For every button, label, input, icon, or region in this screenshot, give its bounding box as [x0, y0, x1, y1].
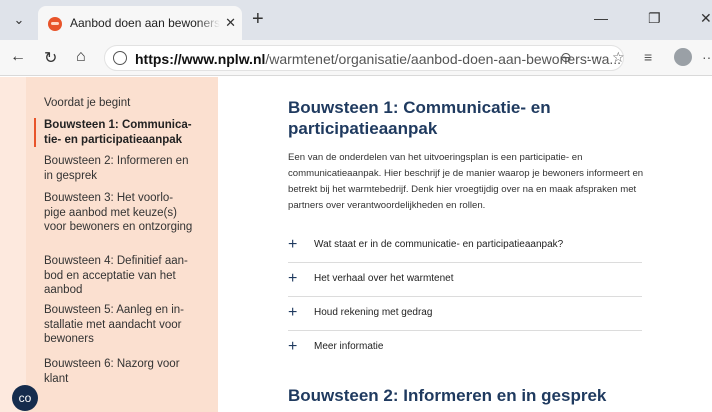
sidebar-item-bouwsteen-2[interactable]: Bouwsteen 2: Informeren en in gesprek: [44, 154, 194, 183]
favorite-star-icon[interactable]: ☆: [612, 49, 625, 66]
intro-text: Een van de onderdelen van het uitvoering…: [288, 152, 644, 211]
sidebar-item-voordat[interactable]: Voordat je begint: [44, 96, 194, 111]
close-window-icon[interactable]: ✕: [700, 10, 712, 27]
chat-button[interactable]: co: [12, 385, 38, 411]
sidebar-item-bouwsteen-6[interactable]: Bouwsteen 6: Nazorg voor klant: [44, 357, 194, 386]
home-icon[interactable]: ⌂: [76, 48, 86, 66]
site-info-icon[interactable]: [113, 51, 127, 65]
page-title: Bouwsteen 1: Communicatie- en participat…: [288, 98, 551, 138]
tab-actions-chevron-icon[interactable]: ⌄: [8, 10, 30, 30]
sidebar-item-bouwsteen-3[interactable]: Bouwsteen 3: Het voorlo-pige aanbod met …: [44, 191, 194, 235]
accordion-item[interactable]: + Het verhaal over het warmtenet: [288, 263, 642, 297]
sidebar: Voordat je begint Bouwsteen 1: Communica…: [0, 77, 218, 412]
accordion-label: Meer informatie: [314, 341, 384, 352]
favorites-list-icon[interactable]: ≡: [644, 49, 652, 65]
plus-icon: +: [288, 236, 298, 253]
url-text: https://www.nplw.nl/warmtenet/organisati…: [135, 51, 622, 67]
browser-tab[interactable]: Aanbod doen aan bewoners (warm ✕: [38, 6, 242, 40]
accordion-item[interactable]: + Wat staat er in de communicatie- en pa…: [288, 229, 642, 263]
section-heading-next: Bouwsteen 2: Informeren en in gesprek: [288, 386, 607, 405]
accordion-item[interactable]: + Meer informatie: [288, 331, 642, 365]
settings-menu-icon[interactable]: ··: [702, 49, 711, 65]
back-arrow-icon[interactable]: ←: [10, 48, 26, 66]
refresh-icon[interactable]: ↻: [44, 48, 57, 68]
plus-icon: +: [288, 304, 298, 321]
minimize-icon[interactable]: —: [594, 10, 608, 26]
url-field[interactable]: https://www.nplw.nl/warmtenet/organisati…: [104, 45, 624, 71]
site-favicon-icon: [48, 17, 62, 31]
restore-icon[interactable]: ❐: [648, 10, 661, 27]
accordion-label: Wat staat er in de communicatie- en part…: [314, 239, 564, 250]
address-toolbar: ← ↻ ⌂ https://www.nplw.nl/warmtenet/orga…: [0, 40, 712, 76]
plus-icon: +: [288, 270, 298, 287]
profile-avatar[interactable]: [674, 48, 692, 66]
tab-close-icon[interactable]: ✕: [225, 15, 236, 31]
new-tab-plus-icon[interactable]: +: [252, 8, 264, 31]
main-content: Bouwsteen 1: Communicatie- en participat…: [218, 77, 712, 412]
sidebar-nav: Voordat je begint Bouwsteen 1: Communica…: [26, 77, 218, 412]
plus-icon: +: [288, 338, 298, 355]
accordion-label: Het verhaal over het warmtenet: [314, 273, 454, 284]
sidebar-item-bouwsteen-4[interactable]: Bouwsteen 4: Definitief aan-bod en accep…: [44, 254, 194, 298]
tab-title: Aanbod doen aan bewoners (warm: [70, 16, 220, 30]
zoom-out-icon[interactable]: ⊖: [560, 49, 572, 66]
accordion-label: Houd rekening met gedrag: [314, 307, 433, 318]
title-bar: ⌄ Aanbod doen aan bewoners (warm ✕ + — ❐…: [0, 0, 712, 40]
accordion-item[interactable]: + Houd rekening met gedrag: [288, 297, 642, 331]
more-actions-icon[interactable]: ⋯: [586, 49, 600, 66]
sidebar-item-bouwsteen-1[interactable]: Bouwsteen 1: Communica-tie- en participa…: [34, 118, 194, 147]
sidebar-item-bouwsteen-5[interactable]: Bouwsteen 5: Aanleg en in-stallatie met …: [44, 303, 194, 347]
